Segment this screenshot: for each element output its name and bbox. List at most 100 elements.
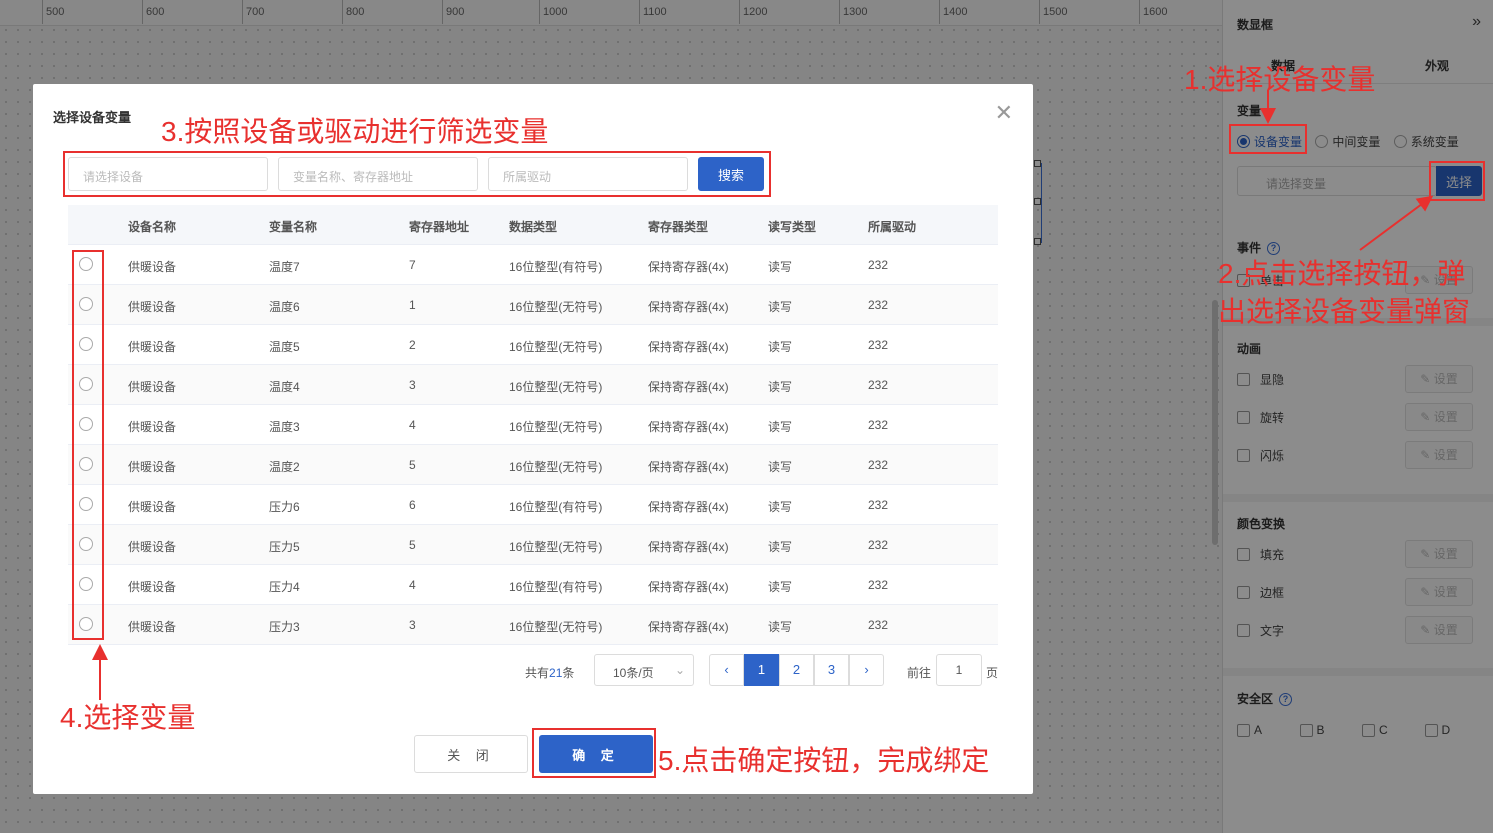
table-cell: 保持寄存器(4x) xyxy=(648,340,729,354)
table-cell: 保持寄存器(4x) xyxy=(648,420,729,434)
table-cell: 保持寄存器(4x) xyxy=(648,460,729,474)
dialog-title: 选择设备变量 xyxy=(53,110,132,125)
table-cell: 温度5 xyxy=(269,340,300,354)
annotation-step4: 4.选择变量 xyxy=(60,702,196,733)
table-cell: 读写 xyxy=(768,340,793,354)
table-cell: 232 xyxy=(868,338,889,352)
table-cell: 压力4 xyxy=(269,580,300,594)
page-button-3[interactable]: 3 xyxy=(814,654,849,686)
page-size-select[interactable]: 10条/页 ⌄ xyxy=(594,654,694,686)
column-header: 寄存器地址 xyxy=(409,220,470,234)
table-cell: 7 xyxy=(409,258,416,272)
total-prefix: 共有 xyxy=(525,666,550,680)
table-cell: 232 xyxy=(868,498,889,512)
table-cell: 读写 xyxy=(768,580,793,594)
table-cell: 读写 xyxy=(768,500,793,514)
table-cell: 读写 xyxy=(768,620,793,634)
table-cell: 读写 xyxy=(768,260,793,274)
total-suffix: 条 xyxy=(562,666,575,680)
column-header: 读写类型 xyxy=(768,220,817,234)
table-cell: 读写 xyxy=(768,540,793,554)
table-cell: 温度6 xyxy=(269,300,300,314)
annotation-step3: 3.按照设备或驱动进行筛选变量 xyxy=(161,116,549,147)
table-row[interactable]: 供暖设备 温度7 7 16位整型(有符号) 保持寄存器(4x) 读写 232 xyxy=(68,245,998,285)
table-cell: 供暖设备 xyxy=(128,340,177,354)
table-cell: 1 xyxy=(409,298,416,312)
column-header: 数据类型 xyxy=(509,220,558,234)
table-cell: 232 xyxy=(868,618,889,632)
table-cell: 5 xyxy=(409,538,416,552)
annotation-step5: 5.点击确定按钮，完成绑定 xyxy=(658,745,990,776)
annotation-step2-line2: 出选择设备变量弹窗 xyxy=(1218,296,1471,327)
annotation-step1: 1.选择设备变量 xyxy=(1184,64,1376,95)
close-icon[interactable]: ✕ xyxy=(995,100,1013,126)
table-header: 设备名称 变量名称 寄存器地址 数据类型 寄存器类型 读写类型 所属驱动 xyxy=(68,205,998,245)
table-cell: 保持寄存器(4x) xyxy=(648,260,729,274)
table-cell: 温度7 xyxy=(269,260,300,274)
table-cell: 2 xyxy=(409,338,416,352)
table-cell: 232 xyxy=(868,458,889,472)
annotation-box-filters xyxy=(63,151,771,197)
table-cell: 16位整型(无符号) xyxy=(509,540,603,554)
table-row[interactable]: 供暖设备 压力5 5 16位整型(无符号) 保持寄存器(4x) 读写 232 xyxy=(68,525,998,565)
table-cell: 读写 xyxy=(768,380,793,394)
prev-page-button[interactable]: ‹ xyxy=(709,654,744,686)
table-cell: 232 xyxy=(868,538,889,552)
table-cell: 保持寄存器(4x) xyxy=(648,500,729,514)
table-cell: 供暖设备 xyxy=(128,580,177,594)
page-button-1[interactable]: 1 xyxy=(744,654,779,686)
column-header: 寄存器类型 xyxy=(648,220,709,234)
table-cell: 6 xyxy=(409,498,416,512)
table-row[interactable]: 供暖设备 温度5 2 16位整型(无符号) 保持寄存器(4x) 读写 232 xyxy=(68,325,998,365)
table-cell: 读写 xyxy=(768,420,793,434)
table-cell: 温度2 xyxy=(269,460,300,474)
table-cell: 3 xyxy=(409,378,416,392)
column-header: 设备名称 xyxy=(128,220,177,234)
table-cell: 温度4 xyxy=(269,380,300,394)
table-cell: 读写 xyxy=(768,300,793,314)
table-cell: 供暖设备 xyxy=(128,540,177,554)
goto-page-input[interactable]: 1 xyxy=(936,654,982,686)
table-cell: 保持寄存器(4x) xyxy=(648,620,729,634)
next-page-button[interactable]: › xyxy=(849,654,884,686)
close-button[interactable]: 关 闭 xyxy=(414,735,528,773)
table-cell: 16位整型(有符号) xyxy=(509,260,603,274)
annotation-box-device-variable xyxy=(1229,124,1307,154)
table-row[interactable]: 供暖设备 压力4 4 16位整型(有符号) 保持寄存器(4x) 读写 232 xyxy=(68,565,998,605)
table-row[interactable]: 供暖设备 温度6 1 16位整型(无符号) 保持寄存器(4x) 读写 232 xyxy=(68,285,998,325)
table-row[interactable]: 供暖设备 温度3 4 16位整型(无符号) 保持寄存器(4x) 读写 232 xyxy=(68,405,998,445)
table-cell: 4 xyxy=(409,578,416,592)
column-header: 变量名称 xyxy=(269,220,318,234)
table-cell: 4 xyxy=(409,418,416,432)
table-cell: 3 xyxy=(409,618,416,632)
table-cell: 232 xyxy=(868,418,889,432)
table-row[interactable]: 供暖设备 压力6 6 16位整型(有符号) 保持寄存器(4x) 读写 232 xyxy=(68,485,998,525)
total-count: 21 xyxy=(549,666,563,680)
annotation-box-radios xyxy=(72,250,104,640)
table-cell: 温度3 xyxy=(269,420,300,434)
table-row[interactable]: 供暖设备 温度2 5 16位整型(无符号) 保持寄存器(4x) 读写 232 xyxy=(68,445,998,485)
table-cell: 16位整型(无符号) xyxy=(509,380,603,394)
table-cell: 16位整型(无符号) xyxy=(509,620,603,634)
table-row[interactable]: 供暖设备 温度4 3 16位整型(无符号) 保持寄存器(4x) 读写 232 xyxy=(68,365,998,405)
goto-label: 前往 xyxy=(907,666,932,680)
table-cell: 读写 xyxy=(768,460,793,474)
table-cell: 供暖设备 xyxy=(128,380,177,394)
variable-table: 设备名称 变量名称 寄存器地址 数据类型 寄存器类型 读写类型 所属驱动 供暖设… xyxy=(68,205,998,645)
page-button-2[interactable]: 2 xyxy=(779,654,814,686)
table-cell: 232 xyxy=(868,378,889,392)
table-cell: 压力6 xyxy=(269,500,300,514)
table-cell: 5 xyxy=(409,458,416,472)
table-cell: 保持寄存器(4x) xyxy=(648,580,729,594)
pagination-total: 共有21条 xyxy=(525,664,574,681)
table-cell: 16位整型(无符号) xyxy=(509,340,603,354)
table-row[interactable]: 供暖设备 压力3 3 16位整型(无符号) 保持寄存器(4x) 读写 232 xyxy=(68,605,998,645)
table-cell: 供暖设备 xyxy=(128,300,177,314)
table-body: 供暖设备 温度7 7 16位整型(有符号) 保持寄存器(4x) 读写 232 供暖设备 温度6 1… xyxy=(68,245,998,645)
table-cell: 保持寄存器(4x) xyxy=(648,540,729,554)
page-unit-label: 页 xyxy=(986,666,999,680)
table-cell: 16位整型(无符号) xyxy=(509,420,603,434)
table-cell: 保持寄存器(4x) xyxy=(648,300,729,314)
table-cell: 供暖设备 xyxy=(128,460,177,474)
table-cell: 保持寄存器(4x) xyxy=(648,380,729,394)
